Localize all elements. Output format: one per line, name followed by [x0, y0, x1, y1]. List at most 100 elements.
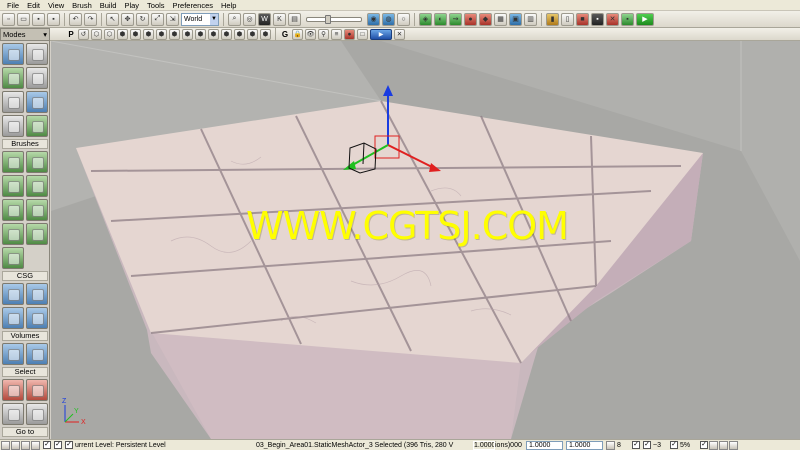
- hide-selected-icon[interactable]: [26, 379, 48, 401]
- lock-icon[interactable]: 🔒: [292, 28, 303, 40]
- foliage-mode-icon[interactable]: [26, 115, 48, 137]
- translate-mode-icon[interactable]: ✥: [121, 12, 134, 26]
- play-button[interactable]: ▶: [636, 12, 654, 26]
- rotation-snap-value[interactable]: ~3: [653, 441, 665, 450]
- play-in-editor-icon[interactable]: ▯: [561, 12, 574, 26]
- help-icon[interactable]: [729, 440, 738, 450]
- menu-file[interactable]: File: [3, 0, 23, 11]
- drag-scale-x[interactable]: 1.0000: [473, 440, 495, 450]
- toggle-icon[interactable]: ○: [397, 12, 410, 26]
- filter-icon[interactable]: ⚲: [318, 28, 329, 40]
- select-mode-icon[interactable]: ↖: [106, 12, 119, 26]
- texture-align-icon[interactable]: [26, 67, 48, 89]
- coordinate-system-select[interactable]: World ▼: [181, 12, 219, 26]
- rotate-mode-icon[interactable]: ↻: [136, 12, 149, 26]
- bone-weights-icon[interactable]: ⬢: [247, 28, 258, 40]
- menu-brush[interactable]: Brush: [68, 0, 96, 11]
- build-geometry-icon[interactable]: ◈: [419, 12, 432, 26]
- menu-build[interactable]: Build: [96, 0, 121, 11]
- collision-icon[interactable]: ⬢: [234, 28, 245, 40]
- show-all-icon[interactable]: [26, 403, 48, 425]
- unlit-icon[interactable]: ⬡: [104, 28, 115, 40]
- level-check[interactable]: ✓: [54, 441, 62, 449]
- csg-intersect-icon[interactable]: [2, 307, 24, 329]
- csg-subtract-icon[interactable]: [26, 283, 48, 305]
- toggle-view-icon[interactable]: ◍: [382, 12, 395, 26]
- sphere-brush-icon[interactable]: [26, 223, 48, 245]
- show-selected-icon[interactable]: [2, 379, 24, 401]
- mobile-preview-icon[interactable]: ▪: [621, 12, 634, 26]
- scale-z-field[interactable]: 1.0000: [566, 440, 603, 450]
- rotation-snap-check[interactable]: ✓: [643, 441, 651, 449]
- build-options-icon[interactable]: ▦: [494, 12, 507, 26]
- lit-icon[interactable]: ⬢: [117, 28, 128, 40]
- drag-speed-slider[interactable]: [306, 14, 362, 24]
- cone-brush-icon[interactable]: [26, 151, 48, 173]
- stop-icon[interactable]: ✕: [606, 12, 619, 26]
- save-icon[interactable]: [21, 440, 30, 450]
- geometry-mode-icon[interactable]: [26, 43, 48, 65]
- scale-y-field[interactable]: 1.0000: [526, 440, 563, 450]
- nonuniform-scale-icon[interactable]: ⇲: [166, 12, 179, 26]
- matinee-icon[interactable]: ▤: [288, 12, 301, 26]
- camera-mode-icon[interactable]: [2, 43, 24, 65]
- curved-stair-brush-icon[interactable]: [2, 175, 24, 197]
- csg-deintersect-icon[interactable]: [26, 307, 48, 329]
- volume-list-icon[interactable]: [26, 343, 48, 365]
- maximize-icon[interactable]: □: [357, 28, 368, 40]
- menu-view[interactable]: View: [44, 0, 68, 11]
- build-cover-icon[interactable]: ●: [464, 12, 477, 26]
- level-icon[interactable]: [31, 440, 40, 450]
- sheet-brush-icon[interactable]: [26, 199, 48, 221]
- detail-lighting-icon[interactable]: ⬢: [130, 28, 141, 40]
- game-view-toggle[interactable]: G: [280, 30, 290, 39]
- slider-thumb[interactable]: [325, 14, 331, 24]
- light-complexity-icon[interactable]: ⬢: [156, 28, 167, 40]
- level-check[interactable]: ✓: [65, 441, 73, 449]
- info-icon[interactable]: [719, 440, 728, 450]
- redo-icon[interactable]: ↷: [84, 12, 97, 26]
- add-volume-icon[interactable]: [2, 343, 24, 365]
- wireframe-icon[interactable]: ⬡: [91, 28, 102, 40]
- realtime-toggle-icon[interactable]: ↺: [78, 28, 89, 40]
- scale-snap-check[interactable]: ✓: [670, 441, 678, 449]
- material-editor-icon[interactable]: W: [258, 12, 271, 26]
- texture-density-icon[interactable]: ⬢: [169, 28, 180, 40]
- undo-icon[interactable]: ↶: [69, 12, 82, 26]
- cube-brush-icon[interactable]: [2, 151, 24, 173]
- content-browser-icon[interactable]: ▣: [509, 12, 522, 26]
- new-icon[interactable]: [1, 440, 10, 450]
- build-paths-icon[interactable]: ⇝: [449, 12, 462, 26]
- mesh-paint-icon[interactable]: [2, 91, 24, 113]
- camera-icon[interactable]: ◉: [367, 12, 380, 26]
- play-in-viewport-button[interactable]: ▶: [370, 28, 392, 40]
- eye-icon[interactable]: 👁: [305, 28, 316, 40]
- shader-complexity-icon[interactable]: ⬢: [182, 28, 193, 40]
- volumetric-brush-icon[interactable]: [2, 247, 24, 269]
- scale-snap-value[interactable]: 5%: [680, 441, 694, 450]
- grid-size-value[interactable]: 8: [617, 441, 627, 450]
- light-map-icon[interactable]: ⬢: [208, 28, 219, 40]
- terrain-mode-icon[interactable]: [2, 67, 24, 89]
- save-all-icon[interactable]: ▪: [47, 12, 60, 26]
- menu-preferences[interactable]: Preferences: [169, 0, 217, 11]
- menu-play[interactable]: Play: [120, 0, 143, 11]
- modes-panel-header[interactable]: Modes ▾: [0, 28, 50, 41]
- perspective-viewport[interactable]: Z X Y WWW.CGTSJ.COM: [51, 41, 800, 439]
- lightmap-density-icon[interactable]: ⬢: [195, 28, 206, 40]
- csg-add-icon[interactable]: [2, 283, 24, 305]
- record-icon[interactable]: ●: [344, 28, 355, 40]
- grid-icon[interactable]: [606, 440, 615, 450]
- new-map-icon[interactable]: ▫: [2, 12, 15, 26]
- open-map-icon[interactable]: ▭: [17, 12, 30, 26]
- close-icon[interactable]: ✕: [394, 28, 405, 40]
- cover-edit-icon[interactable]: [2, 115, 24, 137]
- menu-tools[interactable]: Tools: [143, 0, 169, 11]
- settings-icon[interactable]: [709, 440, 718, 450]
- grid-snap-check[interactable]: ✓: [632, 441, 640, 449]
- viewport-type-perspective[interactable]: P: [66, 30, 76, 39]
- cylinder-brush-icon[interactable]: [26, 175, 48, 197]
- play-on-pc-icon[interactable]: ▪: [591, 12, 604, 26]
- play-in-console-icon[interactable]: ■: [576, 12, 589, 26]
- streaming-icon[interactable]: ≡: [331, 28, 342, 40]
